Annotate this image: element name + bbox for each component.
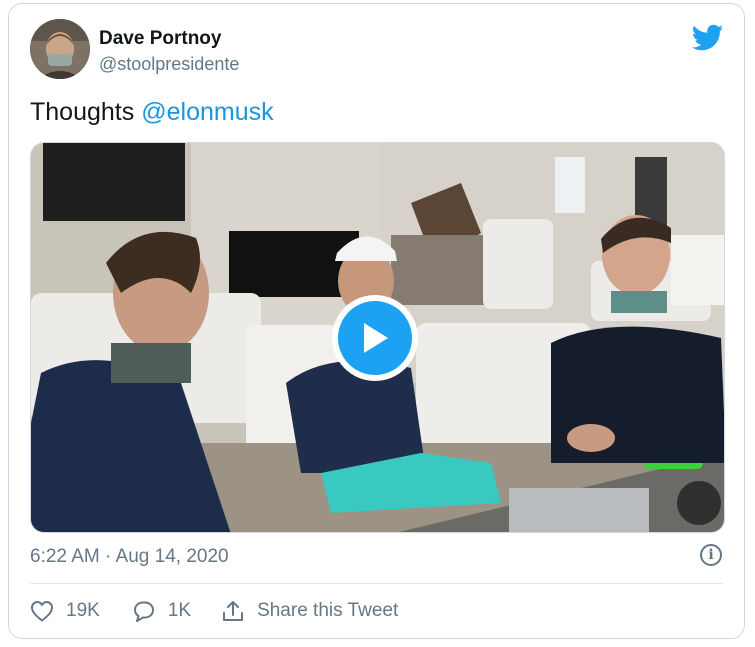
author-avatar[interactable]	[30, 19, 90, 79]
tweet-card: Dave Portnoy @stoolpresidente Thoughts @e…	[8, 3, 745, 639]
twitter-bird-icon[interactable]	[692, 24, 724, 52]
tweet-timestamp[interactable]: 6:22 AM · Aug 14, 2020	[30, 546, 229, 568]
play-icon	[338, 301, 412, 375]
share-icon	[223, 601, 244, 621]
mention-link[interactable]: @elonmusk	[141, 98, 273, 126]
tweet-text: Thoughts @elonmusk	[30, 98, 274, 127]
like-button[interactable]: 19K	[30, 600, 100, 622]
like-count: 19K	[66, 600, 100, 621]
reply-count: 1K	[167, 600, 192, 621]
info-icon[interactable]: i	[700, 544, 722, 566]
heart-icon	[30, 600, 54, 622]
tweet-body: Thoughts	[30, 98, 135, 126]
avatar-image	[30, 19, 90, 79]
share-label: Share this Tweet	[257, 600, 399, 621]
reply-bubble-icon	[133, 601, 154, 622]
divider	[30, 583, 723, 584]
reply-button[interactable]: 1K	[132, 600, 191, 622]
play-button[interactable]	[332, 295, 418, 381]
video-player[interactable]	[30, 142, 725, 533]
author-name[interactable]: Dave Portnoy	[99, 28, 221, 50]
author-handle[interactable]: @stoolpresidente	[99, 54, 239, 75]
action-bar: 19K 1K Share this Tweet	[30, 597, 398, 625]
play-triangle-icon	[364, 323, 388, 353]
share-button[interactable]: Share this Tweet	[221, 600, 398, 622]
